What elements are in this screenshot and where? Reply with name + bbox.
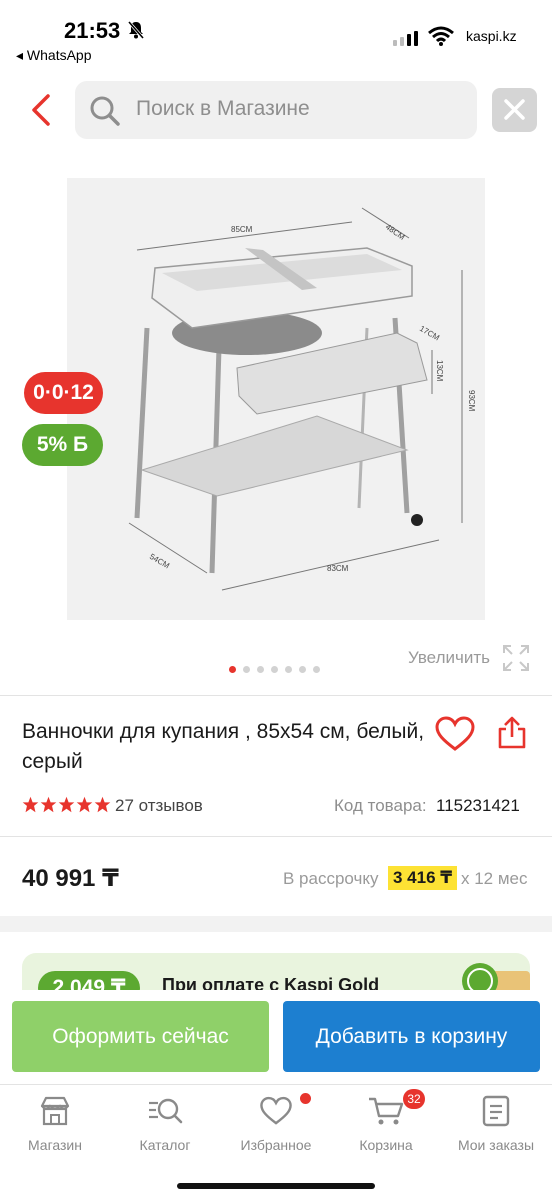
gallery-dot[interactable]	[229, 666, 236, 673]
action-bar: Оформить сейчас Добавить в корзину	[0, 990, 552, 1084]
product-price: 40 991 ₸	[22, 865, 119, 892]
search-input[interactable]: Поиск в Магазине	[75, 81, 477, 139]
gallery-dot[interactable]	[257, 666, 264, 673]
cell-signal-icon	[393, 31, 418, 46]
close-icon	[504, 99, 525, 120]
tab-label: Корзина	[359, 1137, 413, 1153]
star-icon	[58, 796, 75, 813]
dim-tray-depth: 17CM	[418, 324, 441, 343]
clock: 21:53	[64, 18, 121, 43]
rating-stars[interactable]	[22, 796, 111, 813]
product-code: 115231421	[436, 796, 520, 815]
close-search-button[interactable]	[492, 88, 537, 132]
dim-top-width: 85CM	[231, 225, 253, 234]
installment-badge: 0·0·12	[24, 372, 103, 414]
tab-shop[interactable]: Магазин	[0, 1093, 110, 1153]
home-indicator[interactable]	[177, 1183, 375, 1189]
kaspi-gold-card-icon	[462, 963, 530, 993]
star-icon	[40, 796, 57, 813]
product-image[interactable]: 85CM 48CM 17CM 13CM 93CM 54CM 83CM	[67, 178, 485, 620]
gallery-dot[interactable]	[271, 666, 278, 673]
back-to-app-link[interactable]: ◂ WhatsApp	[16, 47, 92, 64]
status-bar: 21:53 ◂ WhatsApp kaspi.kz	[0, 0, 552, 70]
tab-label: Избранное	[240, 1137, 312, 1153]
heart-icon	[260, 1096, 292, 1125]
bonus-badge: 5% Б	[22, 424, 103, 466]
cart-icon	[369, 1097, 404, 1125]
orders-icon	[482, 1095, 510, 1127]
wifi-icon	[428, 26, 454, 46]
star-icon	[22, 796, 39, 813]
share-icon[interactable]	[496, 716, 528, 750]
star-icon	[94, 796, 111, 813]
section-separator	[0, 916, 552, 932]
product-code-label: Код товара:	[334, 796, 427, 815]
dim-height: 93CM	[467, 390, 476, 412]
tab-orders[interactable]: Мои заказы	[441, 1093, 551, 1153]
checkout-button[interactable]: Оформить сейчас	[12, 1001, 269, 1072]
tab-cart[interactable]: 32 Корзина	[331, 1089, 441, 1153]
gallery-pagination[interactable]	[229, 666, 320, 673]
installment-term: x 12 мес	[461, 869, 528, 888]
tab-label: Каталог	[139, 1137, 191, 1153]
dim-tray-height: 13CM	[435, 360, 444, 382]
search-placeholder: Поиск в Магазине	[136, 97, 310, 120]
divider	[0, 836, 552, 837]
tab-label: Мои заказы	[457, 1137, 535, 1153]
site-domain: kaspi.kz	[466, 28, 517, 44]
gallery-dot[interactable]	[243, 666, 250, 673]
reviews-link[interactable]: 27 отзывов	[115, 796, 203, 816]
installment-label: В рассрочку	[283, 869, 379, 888]
heart-icon[interactable]	[434, 716, 476, 752]
catalog-search-icon	[149, 1098, 183, 1124]
installment-amount: 3 416 ₸	[388, 866, 458, 890]
dim-depth: 48CM	[384, 222, 407, 242]
tab-label: Магазин	[27, 1137, 82, 1153]
expand-icon[interactable]	[502, 644, 530, 672]
notification-dot	[300, 1093, 311, 1104]
cart-count-badge: 32	[403, 1089, 425, 1109]
tab-favorites[interactable]: Избранное	[221, 1093, 331, 1153]
shop-icon	[40, 1096, 70, 1126]
gallery-dot[interactable]	[299, 666, 306, 673]
dim-base-width: 83CM	[327, 564, 349, 573]
bath-table-illustration: 85CM 48CM 17CM 13CM 93CM 54CM 83CM	[128, 207, 476, 591]
divider	[0, 695, 552, 696]
kaspi-gold-promo[interactable]: 2 049 ₸ При оплате с Kaspi Gold	[22, 953, 530, 993]
tab-catalog[interactable]: Каталог	[110, 1093, 220, 1153]
star-icon	[76, 796, 93, 813]
add-to-cart-button[interactable]: Добавить в корзину	[283, 1001, 540, 1072]
dim-base-depth: 54CM	[148, 552, 171, 571]
search-icon	[90, 96, 120, 126]
gallery-dot[interactable]	[285, 666, 292, 673]
muted-bell-icon	[127, 21, 145, 39]
zoom-label[interactable]: Увеличить	[408, 648, 490, 668]
back-arrow-icon[interactable]	[28, 92, 56, 128]
gallery-dot[interactable]	[313, 666, 320, 673]
product-title: Ванночки для купания , 85x54 см, белый, …	[22, 720, 425, 773]
